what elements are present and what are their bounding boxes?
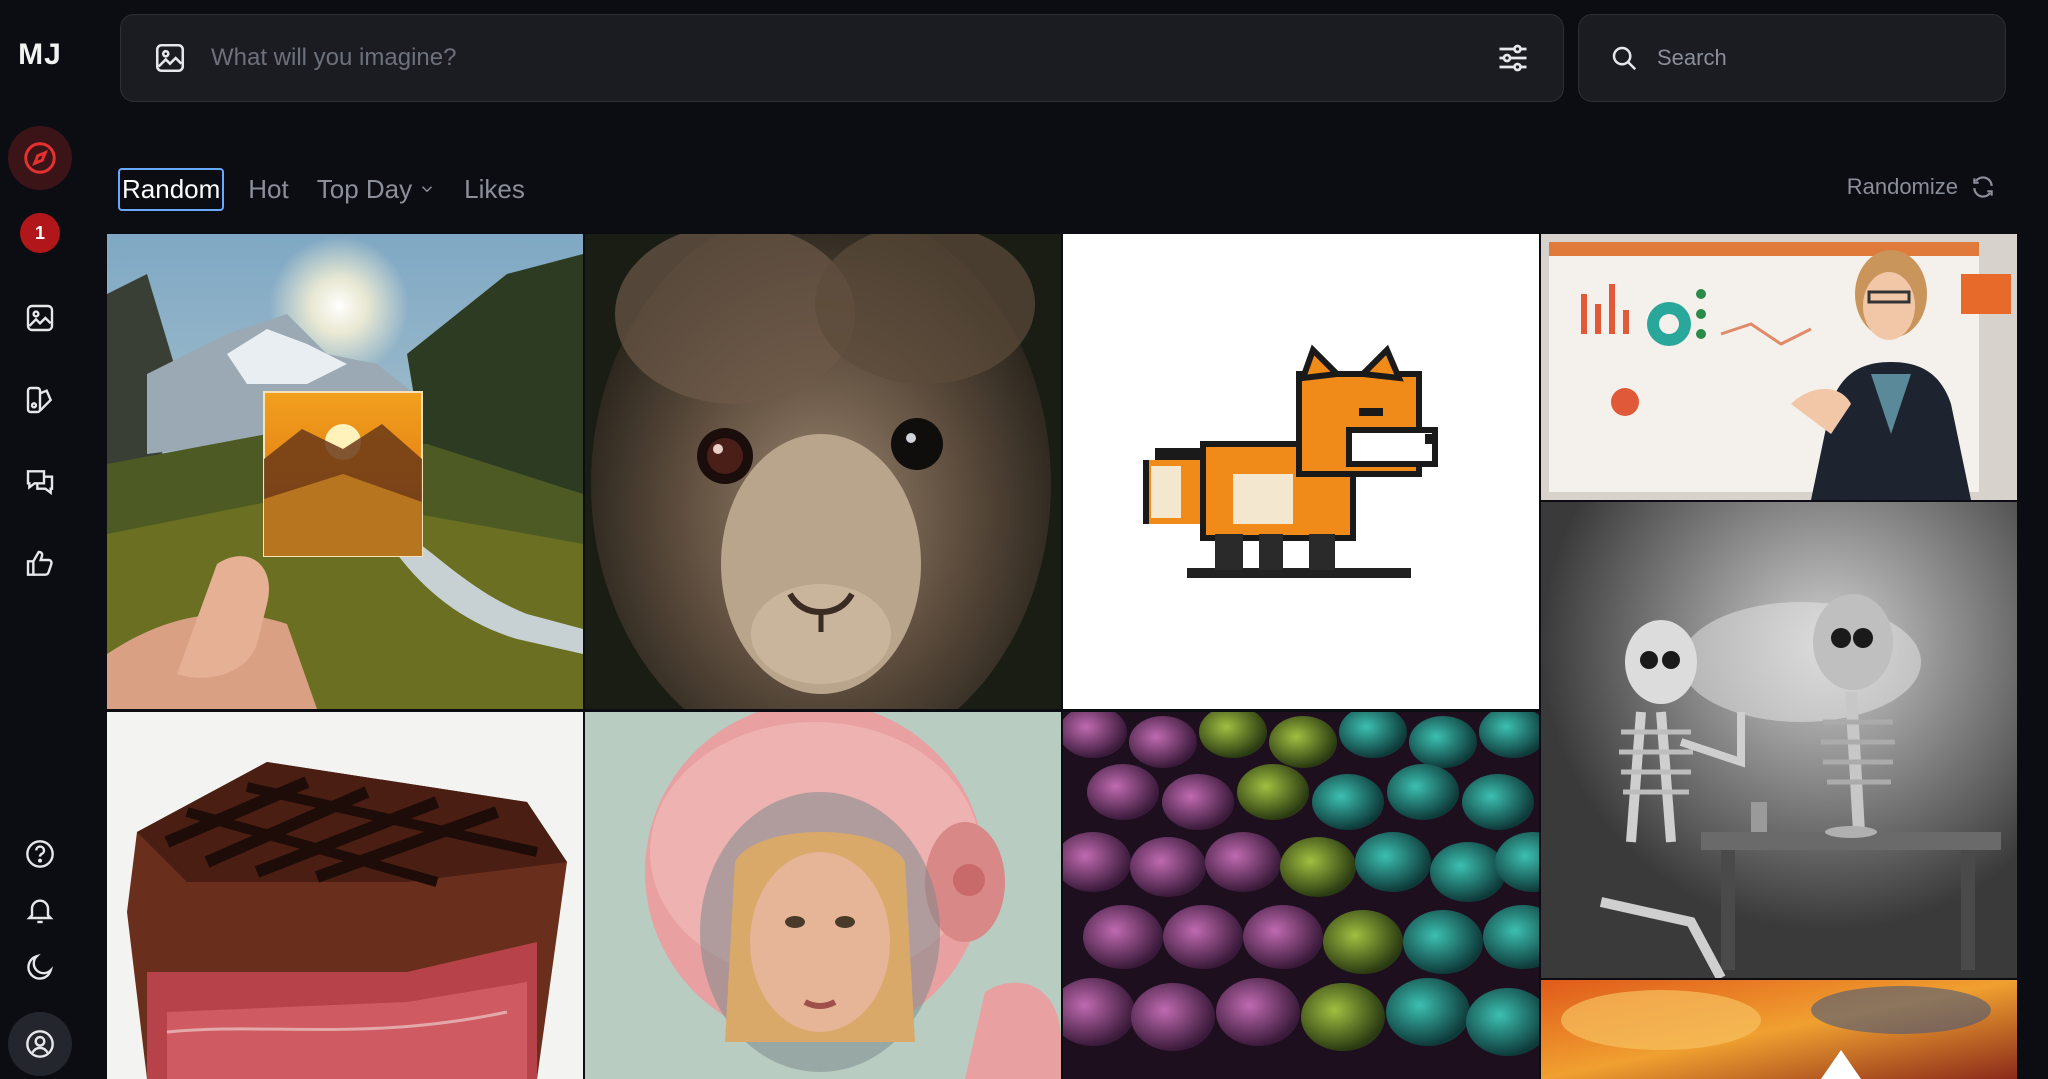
alpaca-image (585, 234, 1061, 709)
astronaut-image (585, 712, 1061, 1079)
pixel-fox-image (1063, 234, 1539, 709)
steak-image (107, 712, 583, 1079)
randomize-label: Randomize (1846, 174, 1958, 199)
prompt-input[interactable] (211, 33, 1495, 83)
theme-toggle[interactable] (14, 941, 66, 993)
create-button[interactable] (14, 292, 66, 344)
logo[interactable]: MJ (0, 38, 80, 72)
tab-top-day-label: Top Day (316, 173, 413, 204)
tab-likes[interactable]: Likes (462, 170, 527, 209)
notification-badge[interactable]: 1 (20, 213, 60, 253)
gallery-image[interactable] (1541, 502, 2017, 978)
chat-icon (26, 470, 54, 496)
user-icon (26, 1030, 54, 1058)
search-bar (1578, 14, 2006, 102)
mountain-valley-image (107, 234, 583, 709)
chat-button[interactable] (14, 456, 66, 508)
feed-tabs: Random Hot Top Day Likes (118, 167, 551, 211)
chevron-down-icon (422, 186, 433, 193)
thumbs-up-icon (26, 550, 53, 576)
search-icon (1612, 46, 1637, 71)
compass-icon (24, 142, 56, 174)
explore-button[interactable] (8, 126, 72, 190)
image-upload-icon[interactable] (153, 41, 187, 75)
account-button[interactable] (8, 1012, 72, 1076)
likes-button[interactable] (14, 538, 66, 590)
tab-random[interactable]: Random (118, 167, 225, 211)
image-icon (26, 304, 54, 332)
palette-icon (26, 386, 53, 414)
tab-top-day[interactable]: Top Day (315, 170, 438, 209)
moon-icon (27, 953, 54, 980)
dragon-scales-image (1063, 712, 1539, 1079)
skeletons-image (1541, 502, 2017, 978)
tab-hot[interactable]: Hot (246, 170, 290, 209)
presenter-image (1541, 234, 2017, 500)
gallery-image[interactable] (585, 234, 1061, 709)
gallery-image[interactable] (107, 234, 583, 709)
sidebar: MJ 1 (0, 0, 80, 1079)
bell-icon (26, 899, 54, 924)
organize-button[interactable] (14, 374, 66, 426)
search-input[interactable] (1657, 33, 2005, 83)
gallery-image[interactable] (1541, 980, 2017, 1079)
help-icon (26, 840, 54, 868)
fiery-sky-image (1541, 980, 2017, 1079)
randomize-button[interactable]: Randomize (1847, 174, 1996, 200)
gallery-image[interactable] (585, 712, 1061, 1079)
notification-count: 1 (34, 222, 45, 243)
notifications-button[interactable] (14, 884, 66, 936)
gallery-image[interactable] (1063, 234, 1539, 709)
gallery-image[interactable] (107, 712, 583, 1079)
gallery-image[interactable] (1541, 234, 2017, 500)
prompt-bar (120, 14, 1564, 102)
help-button[interactable] (14, 828, 66, 880)
settings-sliders-icon[interactable] (1495, 40, 1531, 76)
refresh-icon (1973, 176, 1993, 198)
gallery-image[interactable] (1063, 712, 1539, 1079)
